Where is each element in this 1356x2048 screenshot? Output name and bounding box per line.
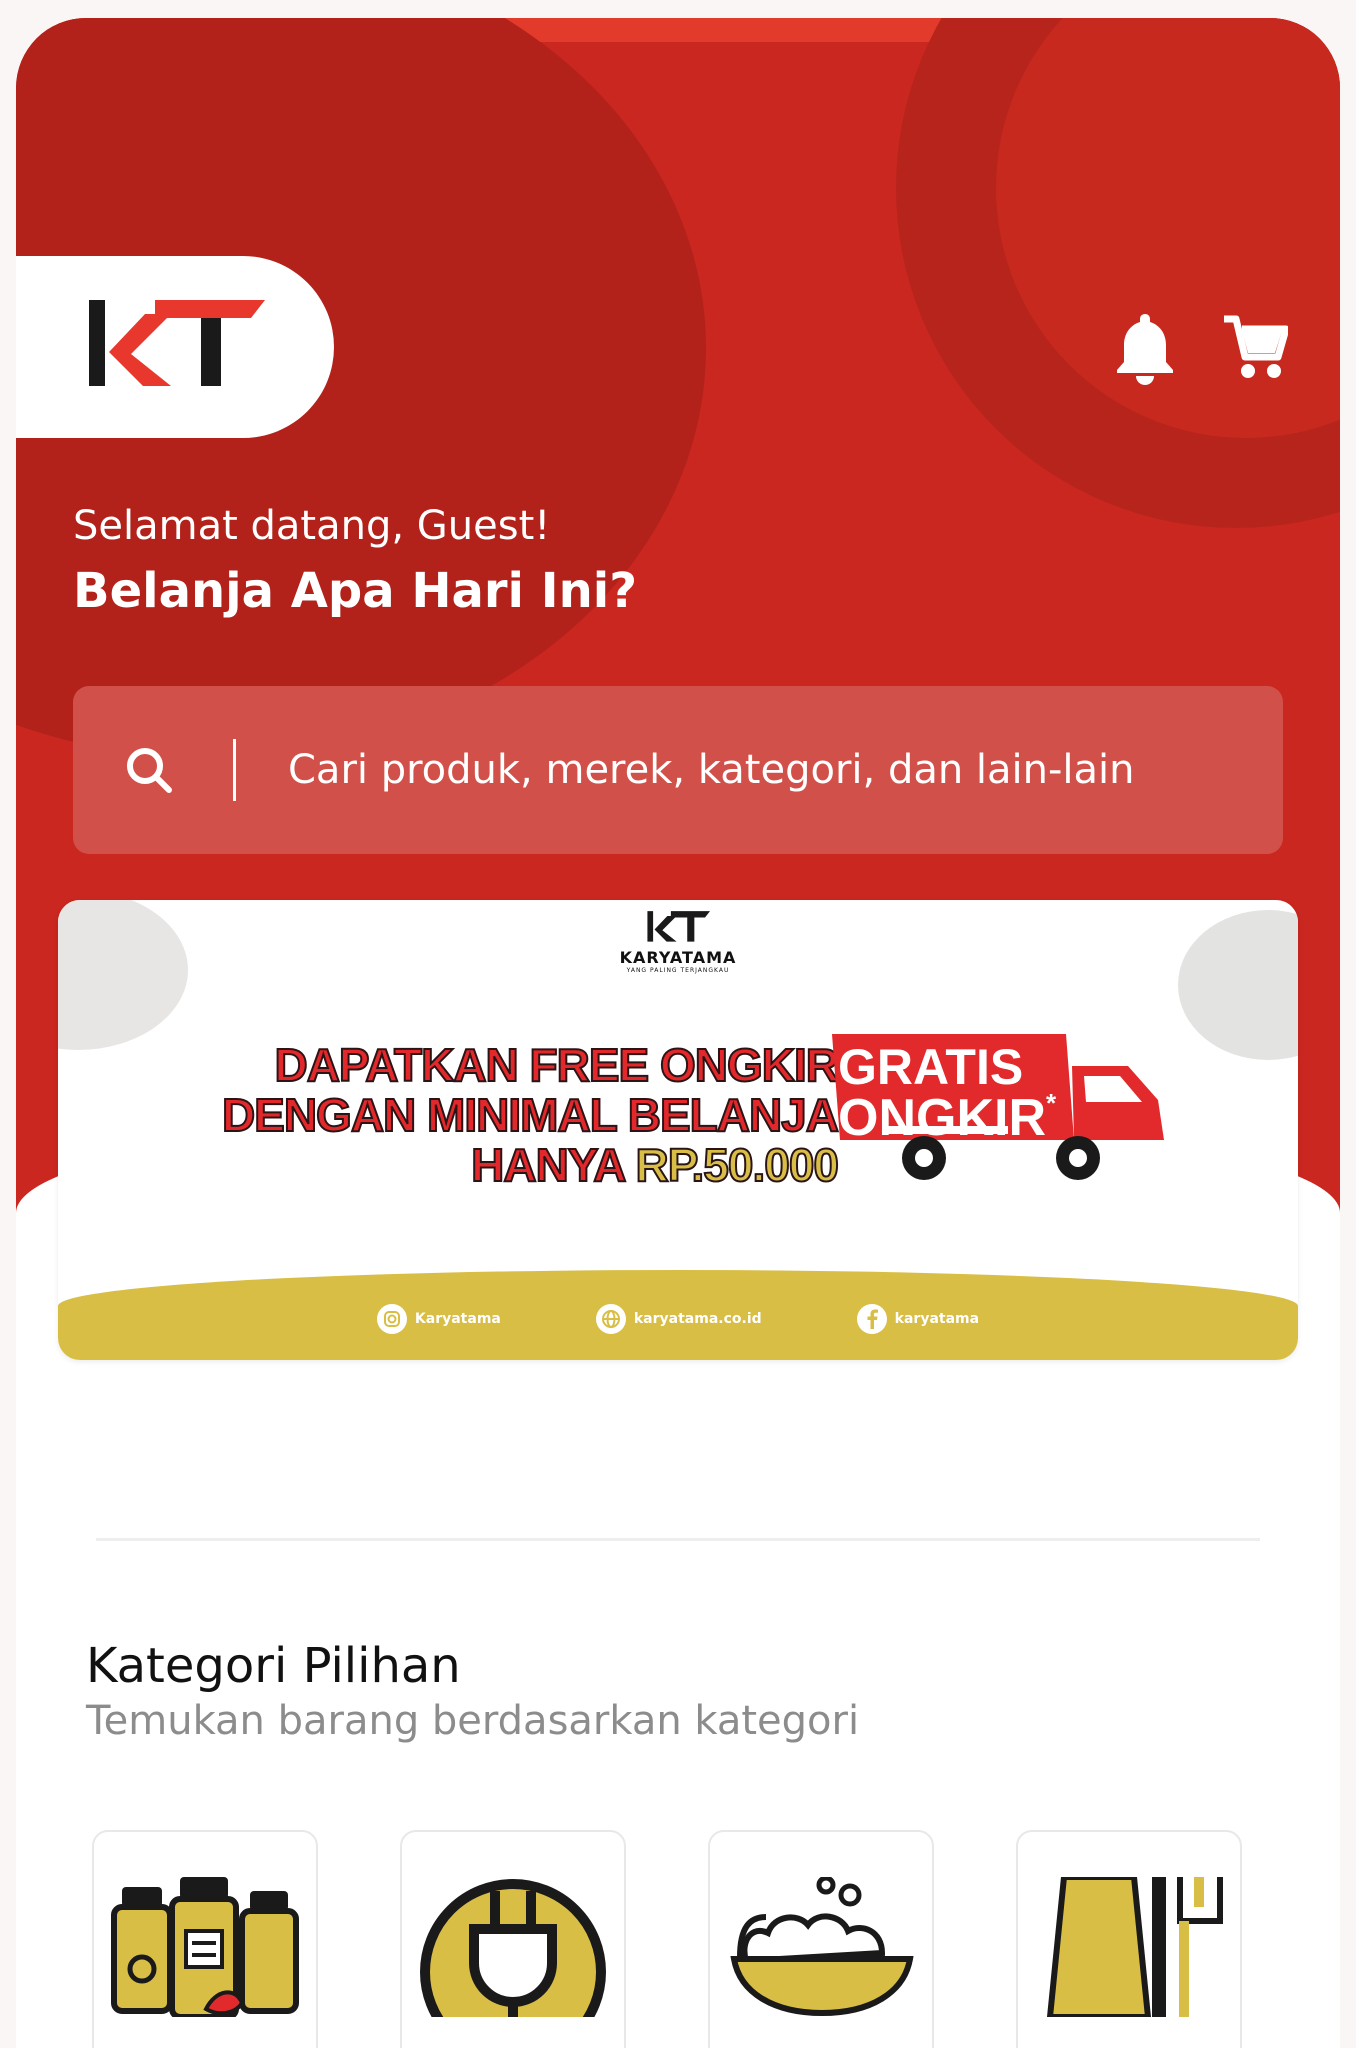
category-card-electronics[interactable]: [400, 1830, 626, 2048]
cart-button[interactable]: [1220, 308, 1290, 388]
category-card-spices[interactable]: [92, 1830, 318, 2048]
search-divider: [233, 739, 236, 801]
social-instagram: Karyatama: [376, 1304, 501, 1334]
section-divider: [96, 1538, 1260, 1541]
instagram-label: Karyatama: [414, 1311, 501, 1327]
kitchen-tools-icon: [1046, 1877, 1223, 2017]
greeting-text: Selamat datang, Guest!: [73, 503, 551, 549]
badge-word-2-text: ONGKIR: [838, 1089, 1046, 1147]
cart-icon: [1224, 315, 1288, 378]
promo-line-3-word: HANYA: [470, 1139, 626, 1191]
logo-container[interactable]: [16, 256, 334, 438]
social-website: karyatama.co.id: [595, 1304, 762, 1334]
category-card-kitchen-tools[interactable]: [1016, 1830, 1242, 2048]
free-shipping-badge: GRATIS ONGKIR*: [828, 1030, 1188, 1200]
badge-word-2: ONGKIR*: [838, 1088, 1056, 1148]
promo-banner[interactable]: KARYATAMA YANG PALING TERJANGKAU DAPATKA…: [58, 900, 1298, 1360]
banner-brand: KARYATAMA YANG PALING TERJANGKAU: [58, 908, 1298, 974]
promo-line-2: DENGAN MINIMAL BELANJA: [221, 1089, 840, 1141]
header-actions: [1110, 308, 1290, 388]
category-section-subtitle: Temukan barang berdasarkan kategori: [86, 1698, 860, 1744]
instagram-icon: [376, 1304, 407, 1334]
category-card-bath[interactable]: [708, 1830, 934, 2048]
promo-price: RP.50.000: [635, 1139, 840, 1191]
web-icon: [595, 1304, 626, 1334]
category-list: [92, 1830, 1242, 2048]
kt-logo: [89, 300, 265, 386]
facebook-label: karyatama: [894, 1311, 980, 1327]
banner-brand-name: KARYATAMA: [619, 948, 737, 967]
promo-text: DAPATKAN FREE ONGKIR DENGAN MINIMAL BELA…: [138, 1039, 840, 1191]
search-placeholder: Cari produk, merek, kategori, dan lain-l…: [288, 747, 1135, 793]
website-label: karyatama.co.id: [633, 1311, 762, 1327]
social-facebook: karyatama: [856, 1304, 980, 1334]
badge-asterisk: *: [1046, 1088, 1057, 1118]
category-section-title: Kategori Pilihan: [86, 1638, 461, 1694]
electric-plug-icon: [420, 1879, 606, 2017]
promo-line-3: HANYA RP.50.000: [138, 1139, 840, 1191]
app-screen: Selamat datang, Guest! Belanja Apa Hari …: [16, 18, 1340, 2048]
search-bar[interactable]: Cari produk, merek, kategori, dan lain-l…: [73, 686, 1283, 854]
banner-social-footer: Karyatama karyatama.co.id karyatama: [58, 1270, 1298, 1360]
notification-button[interactable]: [1110, 308, 1180, 388]
facebook-icon: [856, 1304, 887, 1334]
rice-bowl-icon: [730, 1877, 914, 2017]
headline-text: Belanja Apa Hari Ini?: [73, 563, 638, 619]
promo-line-1: DAPATKAN FREE ONGKIR: [273, 1039, 840, 1091]
kt-logo-small: [647, 911, 710, 942]
search-icon: [123, 744, 203, 796]
bell-icon: [1117, 314, 1173, 385]
banner-brand-tagline: YANG PALING TERJANGKAU: [626, 967, 730, 974]
spice-bottles-icon: [111, 1877, 299, 2017]
